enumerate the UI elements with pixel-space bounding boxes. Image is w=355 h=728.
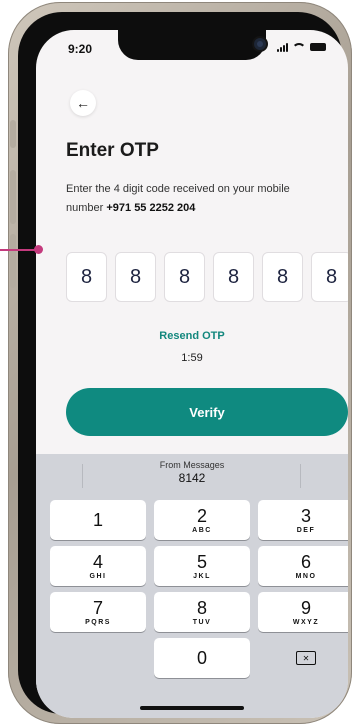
phone-screen: 9:20 ← Enter OTP Enter the 4 digit code … (36, 30, 348, 718)
key-number: 1 (92, 510, 103, 530)
key-9[interactable]: 9 WXYZ (258, 592, 348, 632)
key-5[interactable]: 5 JKL (154, 546, 250, 586)
key-letters: TUV (192, 618, 212, 626)
key-number: 7 (92, 597, 103, 618)
key-1[interactable]: 1 (50, 500, 146, 540)
phone-frame: 9:20 ← Enter OTP Enter the 4 digit code … (8, 2, 352, 724)
status-time: 9:20 (68, 42, 93, 56)
otp-digit-input[interactable]: 8 (66, 252, 107, 302)
signal-icon (277, 42, 288, 52)
otp-digit-input[interactable]: 8 (213, 252, 254, 302)
phone-number: +971 55 2252 204 (106, 202, 196, 214)
resend-timer: 1:59 (181, 352, 203, 364)
key-letters: MNO (295, 572, 317, 580)
otp-instructions: Enter the 4 digit code received on your … (66, 180, 326, 218)
phone-volume-down (10, 234, 16, 288)
key-letters: GHI (89, 572, 107, 580)
key-number: 5 (196, 551, 207, 572)
key-letters: PQRS (85, 618, 111, 626)
key-letters: WXYZ (292, 618, 320, 626)
key-number: 3 (300, 505, 311, 526)
otp-digit-input[interactable]: 8 (115, 252, 156, 302)
back-button[interactable]: ← (70, 90, 96, 116)
key-number: 9 (300, 597, 311, 618)
verify-button[interactable]: Verify (66, 388, 348, 436)
key-number: 0 (196, 648, 207, 668)
key-number: 6 (300, 551, 311, 572)
otp-autofill-suggestion[interactable]: From Messages 8142 (36, 460, 348, 485)
key-letters: ABC (192, 526, 212, 534)
numeric-keyboard: From Messages 8142 1 2 ABC 3 DEF 4 GHI 5 JKL… (36, 454, 348, 718)
notch (118, 30, 266, 60)
phone-volume-up (10, 170, 16, 224)
key-number: 4 (92, 551, 103, 572)
key-3[interactable]: 3 DEF (258, 500, 348, 540)
otp-digit-input[interactable]: 8 (311, 252, 348, 302)
phone-bezel: 9:20 ← Enter OTP Enter the 4 digit code … (18, 12, 348, 718)
otp-digit-input[interactable]: 8 (164, 252, 205, 302)
suggestion-source: From Messages (159, 460, 225, 470)
camera-icon (254, 38, 266, 50)
resend-otp-link[interactable]: Resend OTP (36, 330, 348, 342)
home-indicator (140, 706, 244, 710)
suggestion-code: 8142 (178, 471, 206, 485)
key-number: 8 (196, 597, 207, 618)
backspace-key[interactable]: ✕ (258, 638, 348, 678)
phone-side-button (10, 120, 16, 148)
callout-dot (34, 245, 43, 254)
key-letters: DEF (296, 526, 316, 534)
key-6[interactable]: 6 MNO (258, 546, 348, 586)
page-title: Enter OTP (66, 140, 159, 161)
key-letters: JKL (193, 572, 211, 580)
wifi-icon (292, 43, 306, 53)
battery-icon (310, 43, 326, 51)
key-0[interactable]: 0 (154, 638, 250, 678)
key-2[interactable]: 2 ABC (154, 500, 250, 540)
arrow-left-icon: ← (76, 95, 90, 111)
status-icons (277, 42, 326, 52)
key-empty (50, 638, 146, 678)
otp-digit-input[interactable]: 8 (262, 252, 303, 302)
key-7[interactable]: 7 PQRS (50, 592, 146, 632)
otp-input-row: 8 8 8 8 8 8 (66, 252, 348, 302)
keypad: 1 2 ABC 3 DEF 4 GHI 5 JKL 6 MNO 7 PQRS 8 TUV 9W… (50, 500, 348, 678)
key-8[interactable]: 8 TUV (154, 592, 250, 632)
key-4[interactable]: 4 GHI (50, 546, 146, 586)
backspace-icon: ✕ (296, 651, 316, 665)
key-number: 2 (196, 505, 207, 526)
